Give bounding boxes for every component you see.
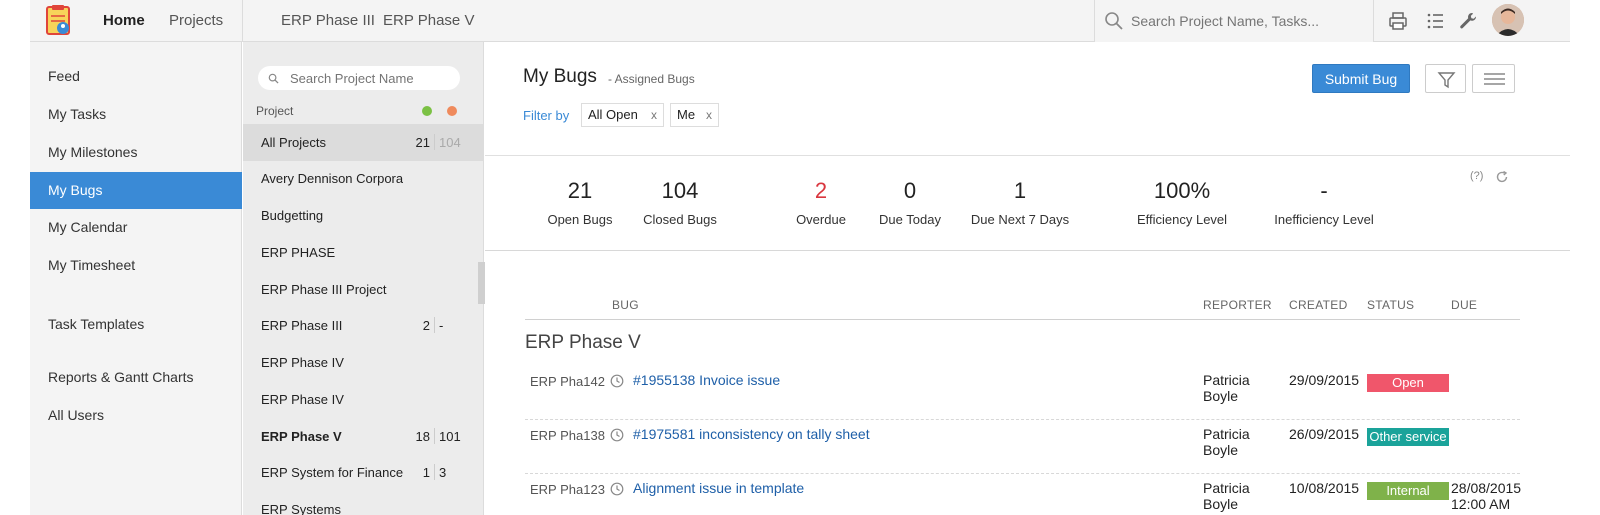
project-row[interactable]: Budgetting [243, 197, 484, 234]
stat-due-today[interactable]: 0 Due Today [873, 178, 947, 227]
view-options-button[interactable] [1472, 64, 1515, 93]
divider [485, 250, 1570, 251]
project-row[interactable]: ERP Phase IV [243, 344, 484, 381]
project-row[interactable]: ERP Phase III Project [243, 271, 484, 308]
sidebar-item-reports[interactable]: Reports & Gantt Charts [30, 359, 242, 396]
sidebar-item-feed[interactable]: Feed [30, 58, 242, 95]
submit-bug-button[interactable]: Submit Bug [1312, 64, 1410, 93]
bug-reporter: Patricia Boyle [1203, 426, 1250, 458]
sidebar-item-my-milestones[interactable]: My Milestones [30, 134, 242, 171]
project-column-header: Project [256, 104, 294, 118]
divider [242, 0, 243, 42]
bug-key: ERP Pha142 [530, 374, 605, 389]
app-logo-icon[interactable] [42, 4, 76, 38]
filter-button[interactable] [1425, 64, 1466, 93]
column-header-reporter[interactable]: REPORTER [1203, 298, 1272, 312]
status-badge[interactable]: Other service [1367, 428, 1449, 446]
status-badge[interactable]: Open [1367, 374, 1449, 392]
project-row[interactable]: All Projects 21 104 [243, 124, 484, 161]
refresh-icon[interactable] [1495, 170, 1509, 184]
sidebar-item-task-templates[interactable]: Task Templates [30, 306, 242, 343]
project-row[interactable]: ERP PHASE [243, 234, 484, 271]
status-badge[interactable]: Internal [1367, 482, 1449, 500]
list-icon[interactable] [1426, 11, 1446, 31]
main-content: My Bugs - Assigned Bugs Filter by All Op… [485, 42, 1570, 515]
table-row[interactable]: ERP Pha123 Alignment issue in template P… [525, 474, 1522, 515]
sidebar-item-my-tasks[interactable]: My Tasks [30, 96, 242, 133]
project-row[interactable]: ERP System for Finance 1 3 [243, 454, 484, 491]
bug-key: ERP Pha138 [530, 428, 605, 443]
search-icon [1105, 12, 1123, 30]
nav-home[interactable]: Home [103, 12, 145, 29]
project-search [258, 66, 460, 90]
column-header-due[interactable]: DUE [1451, 298, 1477, 312]
bug-title-link[interactable]: #1975581 inconsistency on tally sheet [633, 426, 870, 442]
filter-chip-all-open[interactable]: All Open x [581, 103, 664, 127]
menu-icon [1484, 73, 1505, 85]
project-row[interactable]: ERP Systems [243, 491, 484, 515]
help-icon[interactable]: (?) [1470, 170, 1483, 182]
project-search-input[interactable] [288, 69, 453, 87]
group-title: ERP Phase V [525, 332, 641, 353]
bug-title-link[interactable]: #1955138 Invoice issue [633, 372, 780, 388]
filter-chip-me[interactable]: Me x [670, 103, 719, 127]
column-header-status[interactable]: STATUS [1367, 298, 1414, 312]
funnel-icon [1437, 72, 1456, 89]
stat-inefficiency-level[interactable]: - Inefficiency Level [1265, 178, 1383, 227]
divider [485, 155, 1570, 156]
stat-closed-bugs[interactable]: 104 Closed Bugs [635, 178, 725, 227]
bug-title-link[interactable]: Alignment issue in template [633, 480, 804, 496]
project-row[interactable]: Avery Dennison Corporation [243, 160, 484, 197]
close-icon[interactable]: x [706, 104, 712, 126]
bug-reporter: Patricia Boyle [1203, 372, 1250, 404]
user-avatar[interactable] [1492, 4, 1524, 36]
bug-due: 28/08/2015 12:00 AM [1451, 480, 1522, 512]
sidebar-item-my-timesheet[interactable]: My Timesheet [30, 247, 242, 284]
left-sidebar: Feed My Tasks My Milestones My Bugs My C… [30, 42, 242, 515]
wrench-icon[interactable] [1458, 11, 1478, 31]
project-row[interactable]: ERP Phase IV [243, 381, 484, 418]
stat-overdue[interactable]: 2 Overdue [789, 178, 853, 227]
search-icon [268, 73, 279, 84]
recent-project-link[interactable]: ERP Phase III [281, 12, 375, 29]
bug-created: 26/09/2015 [1289, 426, 1360, 442]
project-list-panel: Project All Projects 21 104 Avery Dennis… [243, 42, 484, 515]
clock-icon [610, 482, 624, 496]
project-row[interactable]: ERP Phase III 2 - [243, 307, 484, 344]
page-title: My Bugs [523, 66, 597, 87]
open-status-dot-icon [422, 106, 432, 116]
sidebar-item-all-users[interactable]: All Users [30, 397, 242, 434]
print-icon[interactable] [1388, 11, 1408, 31]
global-search-input[interactable] [1129, 10, 1364, 32]
divider [525, 319, 1520, 320]
bug-created: 10/08/2015 [1289, 480, 1360, 496]
bug-key: ERP Pha123 [530, 482, 605, 497]
table-row[interactable]: ERP Pha138 #1975581 inconsistency on tal… [525, 420, 1520, 474]
sidebar-item-my-bugs[interactable]: My Bugs [30, 172, 242, 209]
sidebar-item-my-calendar[interactable]: My Calendar [30, 209, 242, 246]
page-subtitle: - Assigned Bugs [608, 72, 695, 86]
recent-project-link[interactable]: ERP Phase V [383, 12, 474, 29]
filter-by-link[interactable]: Filter by [523, 108, 569, 123]
nav-projects[interactable]: Projects [169, 12, 223, 29]
project-row[interactable]: ERP Phase V 18 101 [243, 418, 484, 455]
clock-icon [610, 374, 624, 388]
clock-icon [610, 428, 624, 442]
top-bar: Home Projects ERP Phase III ERP Phase V [30, 0, 1570, 42]
bug-reporter: Patricia Boyle [1203, 480, 1250, 512]
global-search [1094, 0, 1374, 42]
stat-due-next-7-days[interactable]: 1 Due Next 7 Days [965, 178, 1075, 227]
stat-open-bugs[interactable]: 21 Open Bugs [537, 178, 623, 227]
app-window: Home Projects ERP Phase III ERP Phase V [30, 0, 1570, 515]
table-row[interactable]: ERP Pha142 #1955138 Invoice issue Patric… [525, 366, 1520, 420]
column-header-created[interactable]: CREATED [1289, 298, 1348, 312]
stat-efficiency-level[interactable]: 100% Efficiency Level [1125, 178, 1239, 227]
close-icon[interactable]: x [651, 104, 657, 126]
bug-created: 29/09/2015 [1289, 372, 1360, 388]
closed-status-dot-icon [447, 106, 457, 116]
column-header-bug[interactable]: BUG [612, 298, 639, 312]
